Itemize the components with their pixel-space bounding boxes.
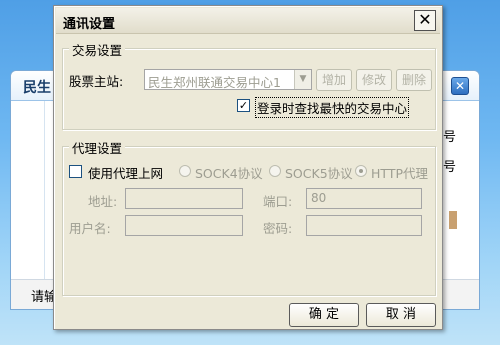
delete-host-button[interactable]: 删除 [396, 69, 432, 91]
add-host-button[interactable]: 增加 [316, 69, 352, 91]
proxy-settings-legend: 代理设置 [69, 138, 126, 157]
cancel-button[interactable]: 取 消 [366, 303, 436, 327]
port-input[interactable]: 80 [306, 188, 422, 209]
edit-host-button[interactable]: 修改 [356, 69, 392, 91]
address-input[interactable] [125, 188, 243, 209]
address-label: 地址: [88, 194, 118, 209]
dialog-close-icon[interactable]: ✕ [414, 10, 436, 31]
fastest-center-label[interactable]: 登录时查找最快的交易中心 [255, 97, 410, 118]
dialog-title: 通讯设置 [63, 17, 116, 32]
host-select[interactable]: 民生郑州联通交易中心1 ▼ [144, 69, 312, 90]
background-title: 民生 [23, 80, 51, 96]
http-proxy-label[interactable]: HTTP代理 [371, 163, 428, 182]
communication-settings-dialog: 通讯设置 ✕ 交易设置 股票主站: 民生郑州联通交易中心1 ▼ 增加 修改 删除… [53, 5, 443, 330]
port-label: 端口: [263, 194, 293, 209]
password-label: 密码: [263, 221, 293, 236]
use-proxy-label[interactable]: 使用代理上网 [88, 163, 163, 182]
host-select-value: 民生郑州联通交易中心1 [148, 75, 281, 90]
use-proxy-checkbox[interactable] [69, 165, 82, 178]
password-input[interactable] [306, 215, 422, 236]
chevron-down-icon[interactable]: ▼ [294, 70, 311, 89]
dialog-titlebar: 通讯设置 ✕ [56, 8, 440, 34]
sock5-radio[interactable] [269, 165, 281, 177]
sock4-label[interactable]: SOCK4协议 [195, 163, 263, 182]
http-proxy-radio[interactable] [355, 165, 367, 177]
trading-settings-group: 交易设置 股票主站: 民生郑州联通交易中心1 ▼ 增加 修改 删除 ✓ 登录时查… [62, 40, 436, 130]
trading-settings-legend: 交易设置 [69, 40, 126, 59]
background-input-edge [449, 211, 457, 229]
sock4-radio[interactable] [179, 165, 191, 177]
background-label-2: 号 [443, 160, 457, 175]
background-sidebar [11, 101, 45, 309]
sock5-label[interactable]: SOCK5协议 [285, 163, 353, 182]
host-label: 股票主站: [69, 74, 124, 89]
username-label: 用户名: [69, 221, 111, 236]
background-label-1: 号 [443, 130, 457, 145]
proxy-settings-group: 代理设置 使用代理上网 SOCK4协议 SOCK5协议 HTTP代理 地址: 端… [62, 138, 436, 296]
username-input[interactable] [125, 215, 243, 236]
ok-button[interactable]: 确 定 [289, 303, 359, 327]
background-close-icon[interactable]: ✕ [451, 77, 469, 95]
fastest-center-checkbox[interactable]: ✓ [237, 99, 250, 112]
